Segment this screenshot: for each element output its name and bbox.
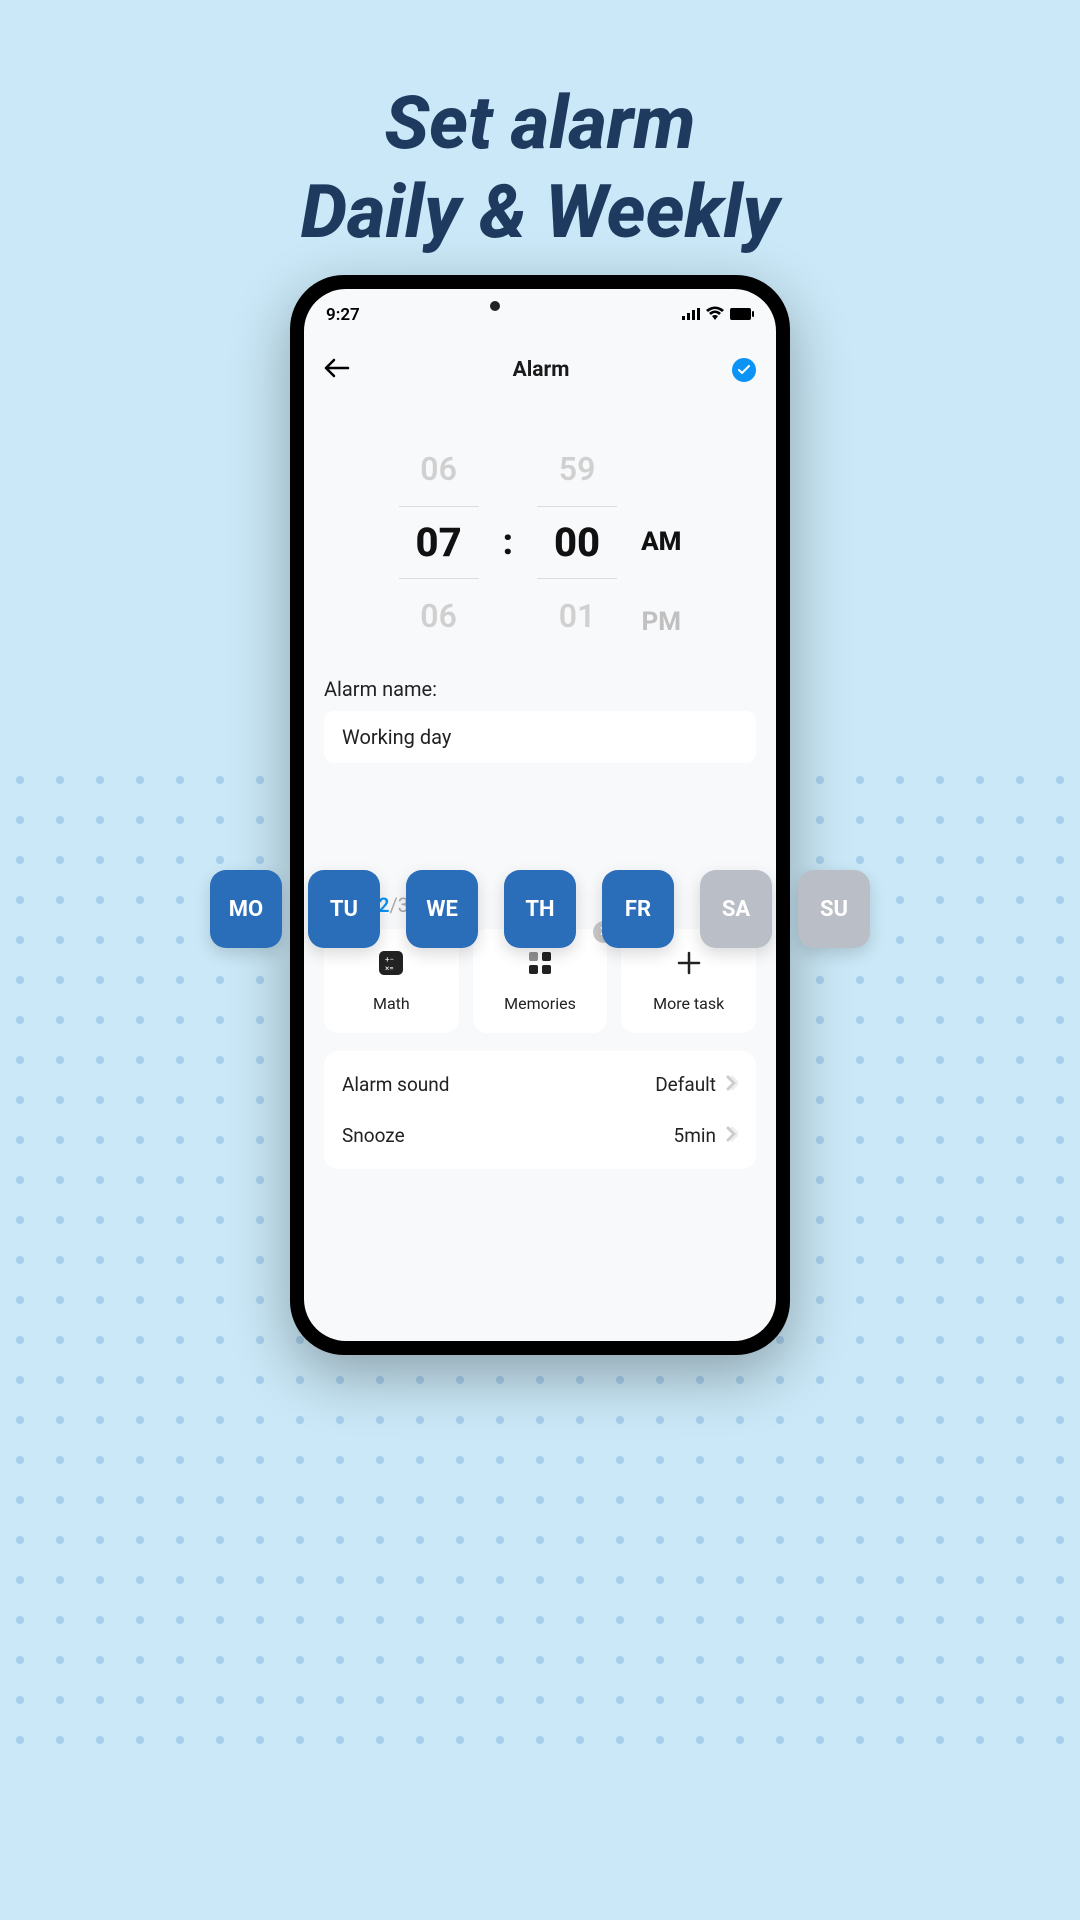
app-header: Alarm bbox=[304, 333, 776, 407]
day-chip-mo[interactable]: MO bbox=[210, 870, 282, 948]
setting-alarm-sound[interactable]: Alarm sound Default bbox=[342, 1059, 738, 1110]
screen: 9:27 Alarm bbox=[304, 289, 776, 1341]
alarm-name-label: Alarm name: bbox=[324, 677, 756, 701]
plus-icon bbox=[675, 949, 703, 984]
settings-card: Alarm sound Default Snooze 5min bbox=[324, 1051, 756, 1169]
alarm-sound-label: Alarm sound bbox=[342, 1073, 450, 1096]
signal-icon bbox=[682, 305, 700, 325]
page-title: Alarm bbox=[513, 358, 570, 382]
ampm-am: AM bbox=[641, 527, 681, 557]
svg-text:+−: +− bbox=[385, 955, 394, 964]
wifi-icon bbox=[706, 305, 724, 325]
status-time: 9:27 bbox=[326, 305, 360, 325]
minute-next: 01 bbox=[559, 597, 596, 635]
hour-selected: 07 bbox=[399, 506, 479, 579]
promo-line1: Set alarm bbox=[0, 80, 1080, 169]
time-colon: : bbox=[503, 521, 513, 563]
day-chip-tu[interactable]: TU bbox=[308, 870, 380, 948]
time-picker: 06 07 06 : 59 00 01 AM PM bbox=[304, 407, 776, 657]
minute-prev: 59 bbox=[559, 450, 596, 488]
battery-icon bbox=[730, 305, 754, 325]
setting-snooze[interactable]: Snooze 5min bbox=[342, 1110, 738, 1161]
days-row: MO TU WE TH FR SA SU bbox=[210, 870, 870, 948]
back-button[interactable] bbox=[324, 355, 350, 385]
hour-prev: 06 bbox=[420, 450, 457, 488]
snooze-value: 5min bbox=[674, 1124, 716, 1147]
task-label-math: Math bbox=[373, 994, 410, 1013]
hour-next: 06 bbox=[420, 597, 457, 635]
status-bar: 9:27 bbox=[304, 289, 776, 333]
promo-heading: Set alarm Daily & Weekly bbox=[0, 0, 1080, 258]
minute-selected: 00 bbox=[537, 506, 617, 579]
svg-text:×=: ×= bbox=[385, 964, 394, 973]
day-chip-sa[interactable]: SA bbox=[700, 870, 772, 948]
task-label-more: More task bbox=[653, 994, 724, 1013]
alarm-name-input[interactable]: Working day bbox=[324, 711, 756, 763]
alarm-sound-value: Default bbox=[655, 1073, 716, 1096]
hour-wheel[interactable]: 06 07 06 bbox=[399, 450, 479, 635]
confirm-button[interactable] bbox=[732, 358, 756, 382]
day-chip-th[interactable]: TH bbox=[504, 870, 576, 948]
day-chip-su[interactable]: SU bbox=[798, 870, 870, 948]
ampm-wheel[interactable]: AM PM bbox=[641, 447, 681, 637]
chevron-right-icon bbox=[726, 1126, 738, 1146]
math-icon: +−×= bbox=[377, 949, 405, 984]
alarm-name-section: Alarm name: Working day bbox=[304, 677, 776, 763]
day-chip-fr[interactable]: FR bbox=[602, 870, 674, 948]
ampm-pm: PM bbox=[641, 607, 681, 637]
phone-frame: 9:27 Alarm bbox=[290, 275, 790, 1355]
minute-wheel[interactable]: 59 00 01 bbox=[537, 450, 617, 635]
memories-icon bbox=[526, 949, 554, 984]
promo-line2: Daily & Weekly bbox=[0, 169, 1080, 258]
chevron-right-icon bbox=[726, 1075, 738, 1095]
day-chip-we[interactable]: WE bbox=[406, 870, 478, 948]
task-label-memories: Memories bbox=[504, 994, 576, 1013]
snooze-label: Snooze bbox=[342, 1124, 405, 1147]
status-icons bbox=[682, 305, 754, 325]
